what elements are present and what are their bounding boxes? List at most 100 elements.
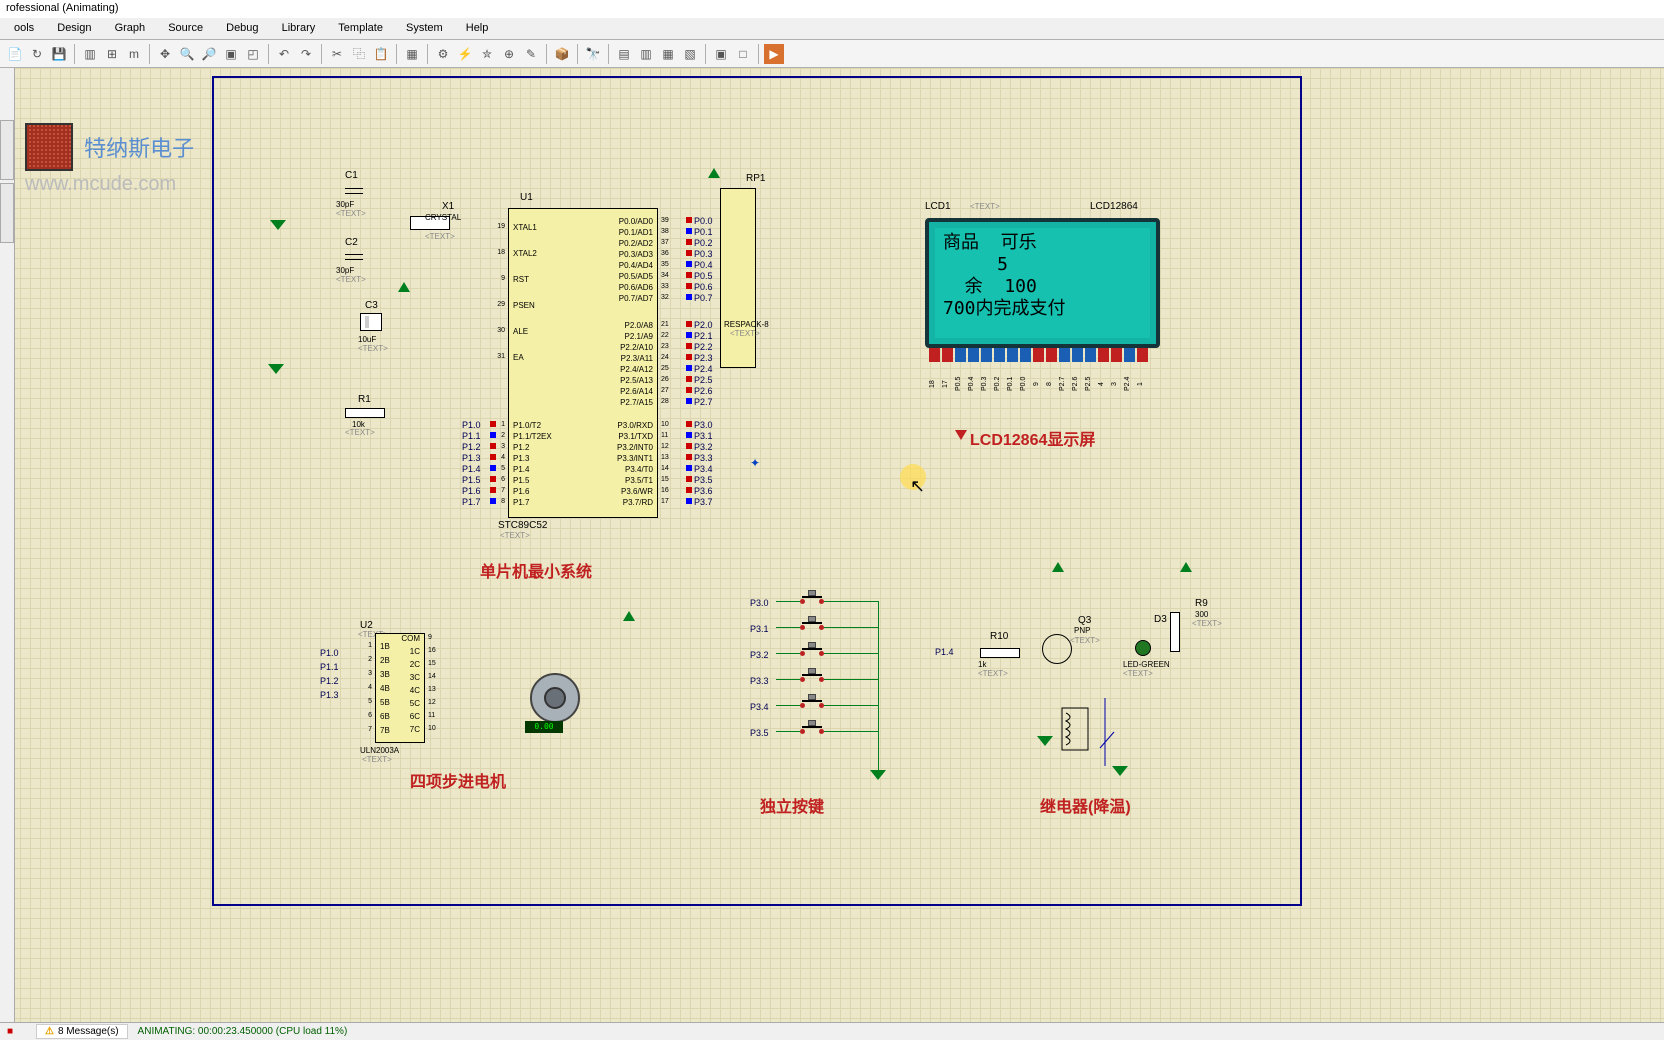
- menu-template[interactable]: Template: [328, 20, 393, 36]
- messages-button[interactable]: ⚠ 8 Message(s): [36, 1024, 128, 1039]
- lcd-block-title: LCD12864显示屏: [970, 426, 1095, 450]
- rp1-component[interactable]: [720, 188, 756, 368]
- tb-snap-icon[interactable]: m: [124, 44, 144, 64]
- tb-t3-icon[interactable]: ✮: [477, 44, 497, 64]
- tb-center-icon[interactable]: ✥: [155, 44, 175, 64]
- lcd-pin-label: P2.4: [1124, 364, 1135, 404]
- menu-design[interactable]: Design: [47, 20, 101, 36]
- mcu-pin-name: EA: [513, 353, 524, 362]
- tb-t1-icon[interactable]: ⚙: [433, 44, 453, 64]
- menu-bar: ools Design Graph Source Debug Library T…: [0, 18, 1664, 40]
- c1-ref: C1: [345, 170, 358, 181]
- stop-indicator-icon[interactable]: ■: [0, 1026, 20, 1037]
- menu-system[interactable]: System: [396, 20, 453, 36]
- uln-pin: 5B: [380, 698, 390, 707]
- mcu-pin-name: XTAL1: [513, 223, 537, 232]
- d3-component[interactable]: [1135, 640, 1151, 656]
- relay-coil[interactable]: [1060, 688, 1160, 778]
- toolbar: 📄 ↻ 💾 ▥ ⊞ m ✥ 🔍 🔎 ▣ ◰ ↶ ↷ ✂ ⿻ 📋 ▦ ⚙ ⚡ ✮ …: [0, 40, 1664, 68]
- tb-run-icon[interactable]: ▶: [764, 44, 784, 64]
- tb-cut-icon[interactable]: ✂: [327, 44, 347, 64]
- side-tab-1[interactable]: [0, 120, 14, 180]
- mcu-pin-no: 35: [661, 261, 669, 268]
- net-label: P2.1: [694, 331, 713, 341]
- tb-zoomfit-icon[interactable]: ▣: [221, 44, 241, 64]
- mcu-pin-no: 34: [661, 272, 669, 279]
- c1-component[interactable]: [345, 185, 363, 197]
- tb-redo-icon[interactable]: ↷: [296, 44, 316, 64]
- mcu-component[interactable]: XTAL119XTAL218RST9PSEN29ALE30EA31P1.0/T2…: [508, 208, 658, 518]
- lcd-component[interactable]: 商品 可乐 5 余 100 700内完成支付: [925, 218, 1160, 348]
- tb-t4-icon[interactable]: ⊕: [499, 44, 519, 64]
- probe-icon: [686, 228, 692, 234]
- probe-icon: [686, 217, 692, 223]
- push-button[interactable]: [800, 648, 824, 658]
- tb-a3-icon[interactable]: ▦: [658, 44, 678, 64]
- tb-sheet-icon[interactable]: ▥: [80, 44, 100, 64]
- mcu-pin-name: P3.3/INT1: [617, 454, 653, 463]
- tb-copy-icon[interactable]: ⿻: [349, 44, 369, 64]
- menu-debug[interactable]: Debug: [216, 20, 268, 36]
- tb-new-icon[interactable]: 📄: [5, 44, 25, 64]
- net-label: P0.4: [694, 260, 713, 270]
- mcu-pin-no: 18: [489, 249, 505, 256]
- tb-a4-icon[interactable]: ▧: [680, 44, 700, 64]
- lcd-line2: 5: [943, 254, 1008, 275]
- mcu-pin-name: P0.0/AD0: [619, 217, 653, 226]
- r9-component[interactable]: [1170, 612, 1180, 652]
- r1-component[interactable]: [345, 408, 385, 418]
- tb-p2-icon[interactable]: □: [733, 44, 753, 64]
- menu-source[interactable]: Source: [158, 20, 213, 36]
- lcd-pin-label: 4: [1098, 364, 1109, 404]
- push-button[interactable]: [800, 596, 824, 606]
- tb-p1-icon[interactable]: ▣: [711, 44, 731, 64]
- tb-a2-icon[interactable]: ▥: [636, 44, 656, 64]
- c3-component[interactable]: [360, 313, 382, 331]
- stepper-motor[interactable]: [530, 673, 580, 723]
- push-button[interactable]: [800, 674, 824, 684]
- wire: [776, 731, 800, 732]
- side-tab-2[interactable]: [0, 183, 14, 243]
- probe-icon: [686, 332, 692, 338]
- tb-zoomarea-icon[interactable]: ◰: [243, 44, 263, 64]
- x1-ref: X1: [442, 201, 454, 212]
- tb-zoomout-icon[interactable]: 🔎: [199, 44, 219, 64]
- tb-a1-icon[interactable]: ▤: [614, 44, 634, 64]
- lcd-pin-state: [1059, 348, 1070, 362]
- motor-display: 0.00: [525, 721, 563, 733]
- menu-library[interactable]: Library: [272, 20, 326, 36]
- mcu-pin-no: 17: [661, 498, 669, 505]
- r10-component[interactable]: [980, 648, 1020, 658]
- uln-pin: 2C: [410, 660, 420, 669]
- net-label: P2.2: [694, 342, 713, 352]
- rp1-val: RESPACK-8: [724, 320, 769, 329]
- probe-icon: [686, 283, 692, 289]
- tb-undo-icon[interactable]: ↶: [274, 44, 294, 64]
- tb-grid-icon[interactable]: ⊞: [102, 44, 122, 64]
- menu-tools[interactable]: ools: [4, 20, 44, 36]
- tb-find-icon[interactable]: 🔭: [583, 44, 603, 64]
- tb-pkg-icon[interactable]: 📦: [552, 44, 572, 64]
- uln-component[interactable]: 1B12B23B34B45B56B67B7COM91C162C153C144C1…: [375, 633, 425, 743]
- tb-open-icon[interactable]: ↻: [27, 44, 47, 64]
- push-button[interactable]: [800, 726, 824, 736]
- push-button[interactable]: [800, 700, 824, 710]
- menu-help[interactable]: Help: [456, 20, 499, 36]
- mcu-pin-no: 26: [661, 376, 669, 383]
- uln-pin: 4B: [380, 684, 390, 693]
- c2-component[interactable]: [345, 251, 363, 263]
- probe-icon: [686, 432, 692, 438]
- menu-graph[interactable]: Graph: [105, 20, 156, 36]
- mcu-textph: <TEXT>: [500, 531, 530, 540]
- tb-save-icon[interactable]: 💾: [49, 44, 69, 64]
- tb-zoomin-icon[interactable]: 🔍: [177, 44, 197, 64]
- q3-component[interactable]: [1042, 634, 1072, 664]
- uln-pin-no: 12: [428, 699, 436, 706]
- rp1-ref: RP1: [746, 173, 765, 184]
- tb-t2-icon[interactable]: ⚡: [455, 44, 475, 64]
- tb-paste-icon[interactable]: 📋: [371, 44, 391, 64]
- push-button[interactable]: [800, 622, 824, 632]
- tb-block-icon[interactable]: ▦: [402, 44, 422, 64]
- schematic-canvas[interactable]: 特纳斯电子 www.mcude.com U1 XTAL119XTAL218RST…: [0, 68, 1664, 1022]
- tb-t5-icon[interactable]: ✎: [521, 44, 541, 64]
